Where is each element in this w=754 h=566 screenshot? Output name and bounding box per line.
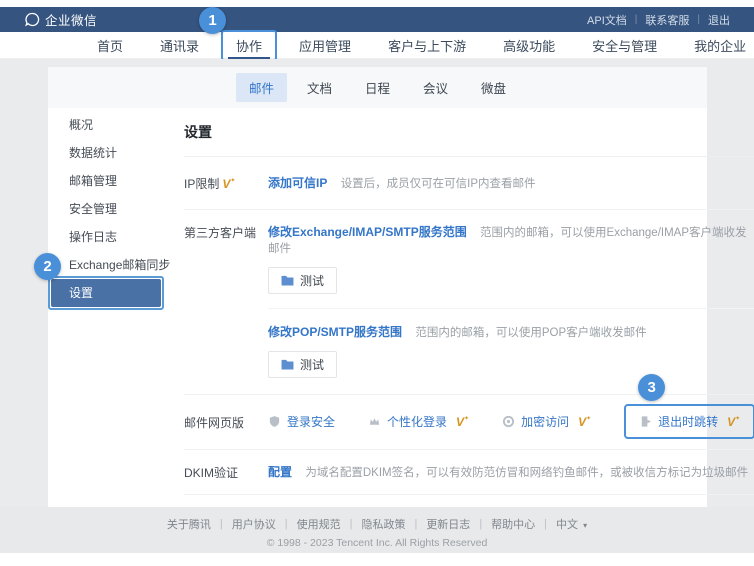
sidebar-item-security-management[interactable]: 安全管理	[48, 195, 164, 223]
logout-link[interactable]: 退出	[700, 12, 738, 28]
primary-nav: 首页 通讯录 协作 1 应用管理 客户与上下游 高级功能 安全与管理 我的企业	[0, 32, 754, 59]
exit-door-icon	[639, 415, 652, 428]
page-background: 邮件 文档 日程 会议 微盘 概况 数据统计 邮箱管理 安全管理 操作日志 Ex…	[0, 59, 754, 553]
footer-help-center[interactable]: 帮助中心	[482, 516, 544, 532]
nav-tab-app-management[interactable]: 应用管理	[299, 36, 351, 55]
exchange-imap-smtp-group: 修改Exchange/IMAP/SMTP服务范围 范围内的邮箱，可以使用Exch…	[268, 210, 754, 308]
dkim-desc: 为域名配置DKIM签名，可以有效防范仿冒和网络钓鱼邮件，或被收信方标记为垃圾邮件	[305, 467, 748, 479]
personalized-login-option[interactable]: 个性化登录V	[368, 413, 469, 430]
shield-icon	[268, 415, 281, 428]
webmail-label: 邮件网页版	[184, 416, 244, 430]
settings-panel: 设置 IP限制V 添加可信IP 设置后，成员仅可在可信IP内查看邮件 第三方客户…	[164, 108, 754, 507]
footer-language-select[interactable]: 中文 ▾	[547, 516, 596, 532]
add-trusted-ip-link[interactable]: 添加可信IP	[268, 176, 327, 190]
sidebar-item-exchange-sync[interactable]: Exchange邮箱同步	[48, 251, 164, 279]
page-title: 设置	[184, 114, 754, 157]
nav-tab-advanced[interactable]: 高级功能	[503, 36, 555, 55]
dkim-label: DKIM验证	[184, 466, 238, 480]
nav-tab-contacts[interactable]: 通讯录	[160, 36, 199, 55]
footer-usage-rules[interactable]: 使用规范	[288, 516, 350, 532]
folder-icon	[281, 359, 294, 370]
lock-ring-icon	[502, 415, 515, 428]
subtab-drive[interactable]: 微盘	[468, 73, 519, 102]
footer-privacy-policy[interactable]: 隐私政策	[352, 516, 414, 532]
footer-changelog[interactable]: 更新日志	[417, 516, 479, 532]
footer-about-tencent[interactable]: 关于腾讯	[158, 516, 220, 532]
exit-redirect-option[interactable]: 退出时跳转V	[639, 413, 740, 430]
sidebar-item-settings[interactable]: 设置 2	[51, 279, 161, 307]
chevron-down-icon: ▾	[583, 521, 587, 530]
dkim-configure-link[interactable]: 配置	[268, 465, 292, 479]
module-tabs: 邮件 文档 日程 会议 微盘	[48, 67, 707, 108]
subtab-schedule[interactable]: 日程	[352, 73, 403, 102]
pop-smtp-desc: 范围内的邮箱，可以使用POP客户端收发邮件	[415, 327, 646, 339]
content-card: 邮件 文档 日程 会议 微盘 概况 数据统计 邮箱管理 安全管理 操作日志 Ex…	[48, 67, 707, 507]
modify-pop-smtp-link[interactable]: 修改POP/SMTP服务范围	[268, 325, 402, 339]
contact-support-link[interactable]: 联系客服	[637, 12, 697, 28]
sidebar-item-statistics[interactable]: 数据统计	[48, 139, 164, 167]
annotation-box-step3: 3 退出时跳转V	[624, 404, 754, 439]
nav-tab-my-company[interactable]: 我的企业	[694, 36, 746, 55]
login-security-option[interactable]: 登录安全	[268, 413, 335, 430]
footer-links: 关于腾讯| 用户协议| 使用规范| 隐私政策| 更新日志| 帮助中心| 中文 ▾	[0, 516, 754, 532]
third-party-client-label: 第三方客户端	[184, 226, 256, 240]
modify-exchange-imap-smtp-link[interactable]: 修改Exchange/IMAP/SMTP服务范围	[268, 225, 467, 239]
webmail-row: 邮件网页版 登录安全	[184, 395, 754, 450]
vip-icon: V	[578, 415, 591, 429]
app-logo: 企业微信	[25, 10, 97, 29]
subtab-meeting[interactable]: 会议	[410, 73, 461, 102]
sidebar-item-operation-log[interactable]: 操作日志	[48, 223, 164, 251]
subtab-docs[interactable]: 文档	[294, 73, 345, 102]
ip-restriction-desc: 设置后，成员仅可在可信IP内查看邮件	[341, 178, 536, 190]
third-party-client-row: 第三方客户端 修改Exchange/IMAP/SMTP服务范围 范围内的邮箱，可…	[184, 210, 754, 395]
sidebar-item-overview[interactable]: 概况	[48, 111, 164, 139]
vip-icon: V	[727, 415, 740, 429]
wecom-bubble-icon	[25, 12, 40, 27]
annotation-box-step2	[48, 276, 164, 310]
folder-icon	[281, 275, 294, 286]
pop-smtp-group: 修改POP/SMTP服务范围 范围内的邮箱，可以使用POP客户端收发邮件 测试	[268, 308, 754, 394]
top-app-bar: 企业微信 API文档 | 联系客服 | 退出	[0, 7, 754, 32]
nav-tab-customers[interactable]: 客户与上下游	[388, 36, 466, 55]
sidebar-item-mailbox-management[interactable]: 邮箱管理	[48, 167, 164, 195]
api-docs-link[interactable]: API文档	[579, 12, 635, 28]
nav-tab-security-management[interactable]: 安全与管理	[592, 36, 657, 55]
vip-icon: V	[456, 415, 469, 429]
topbar-links: API文档 | 联系客服 | 退出	[579, 12, 738, 28]
mail-settings-sidebar: 概况 数据统计 邮箱管理 安全管理 操作日志 Exchange邮箱同步 设置 2	[48, 108, 164, 507]
ip-restriction-label: IP限制	[184, 177, 219, 191]
footer-user-agreement[interactable]: 用户协议	[223, 516, 285, 532]
vip-icon: V	[222, 177, 235, 191]
dkim-row: DKIM验证 配置 为域名配置DKIM签名，可以有效防范仿冒和网络钓鱼邮件，或被…	[184, 450, 754, 495]
copyright-text: © 1998 - 2023 Tencent Inc. All Rights Re…	[0, 537, 754, 549]
subtab-mail[interactable]: 邮件	[236, 73, 287, 102]
ip-restriction-row: IP限制V 添加可信IP 设置后，成员仅可在可信IP内查看邮件	[184, 157, 754, 210]
page-footer: 关于腾讯| 用户协议| 使用规范| 隐私政策| 更新日志| 帮助中心| 中文 ▾…	[0, 507, 754, 553]
app-title: 企业微信	[45, 10, 97, 29]
encrypted-access-option[interactable]: 加密访问V	[502, 413, 591, 430]
pop-test-button[interactable]: 测试	[268, 351, 337, 378]
nav-tab-home[interactable]: 首页	[97, 36, 123, 55]
crown-icon	[368, 415, 381, 428]
exchange-test-button[interactable]: 测试	[268, 267, 337, 294]
nav-tab-collaboration[interactable]: 协作 1	[236, 36, 262, 55]
